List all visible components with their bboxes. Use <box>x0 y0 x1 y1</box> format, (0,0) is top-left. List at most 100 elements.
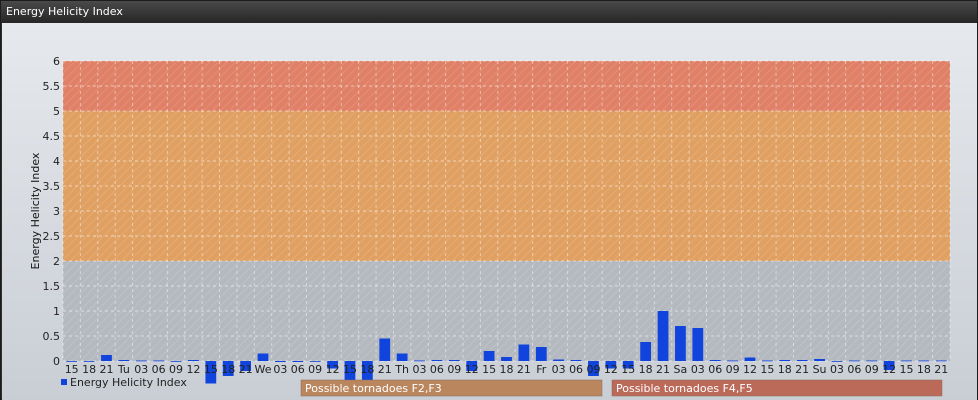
x-tick-label: 12 <box>326 363 340 376</box>
bar[interactable] <box>135 360 147 362</box>
bar[interactable] <box>101 355 112 361</box>
bar[interactable] <box>535 347 547 361</box>
x-tick-label: 18 <box>500 363 514 376</box>
legend[interactable]: Energy Helicity Index <box>61 376 187 389</box>
y-tick-label: 0 <box>53 355 60 368</box>
y-tick-label: 2 <box>53 255 60 268</box>
bar[interactable] <box>553 359 565 362</box>
x-tick-label: Th <box>394 363 409 376</box>
x-tick-label: 09 <box>865 363 879 376</box>
legend-label: Energy Helicity Index <box>70 376 187 389</box>
bar[interactable] <box>814 359 825 361</box>
bar[interactable] <box>448 360 460 361</box>
bar[interactable] <box>118 360 130 361</box>
x-tick-label: 09 <box>586 363 600 376</box>
y-tick-label: 0.5 <box>43 330 61 343</box>
x-tick-label: 21 <box>517 363 531 376</box>
plot-area: 0 0.5 1 1.5 2 2.5 3 3.5 4 4.5 5 5.5 6 15 18 21 Tu 03 06 09… <box>2 23 977 400</box>
bar[interactable] <box>935 360 947 362</box>
bar[interactable] <box>727 360 738 362</box>
bar[interactable] <box>848 360 860 362</box>
x-tick-label: Tu <box>117 363 130 376</box>
bar[interactable] <box>257 353 269 362</box>
x-tick-label: 09 <box>169 363 183 376</box>
x-tick-label: 18 <box>778 363 792 376</box>
bar[interactable] <box>761 360 773 362</box>
x-tick-label: 06 <box>569 363 583 376</box>
bar[interactable] <box>709 360 721 361</box>
bar[interactable] <box>309 361 321 362</box>
bar[interactable] <box>83 361 95 362</box>
y-tick-label: 4.5 <box>43 130 61 143</box>
x-tick-label: 09 <box>447 363 461 376</box>
bar[interactable] <box>866 360 878 362</box>
x-tick-label: 03 <box>552 363 566 376</box>
x-tick-label: 03 <box>134 363 148 376</box>
bar[interactable] <box>379 338 391 362</box>
x-tick-label: 12 <box>604 363 618 376</box>
bar[interactable] <box>153 360 165 362</box>
x-tick-label: 15 <box>621 363 635 376</box>
bar[interactable] <box>570 360 582 361</box>
x-tick-label: 21 <box>239 363 253 376</box>
bar[interactable] <box>66 361 78 362</box>
widget-title: Energy Helicity Index <box>1 1 977 23</box>
bar[interactable] <box>918 360 930 362</box>
ehi-chart: 00.511.522.533.544.555.56 15 18 21 Tu 03 06 09… <box>29 55 951 397</box>
bar[interactable] <box>483 351 495 361</box>
x-tick-label: 18 <box>82 363 96 376</box>
bar[interactable] <box>501 357 512 361</box>
bar[interactable] <box>518 344 530 362</box>
bar[interactable] <box>657 311 669 361</box>
y-tick-label: 4 <box>53 155 60 168</box>
x-tick-label: 06 <box>430 363 444 376</box>
x-tick-label: Sa <box>674 363 688 376</box>
band-label-text: Possible tornadoes F4,F5 <box>616 382 753 395</box>
x-tick-label: We <box>255 363 272 376</box>
bar[interactable] <box>414 360 425 362</box>
x-tick-label: 21 <box>656 363 670 376</box>
x-tick-label: 03 <box>413 363 427 376</box>
bar[interactable] <box>692 328 704 361</box>
x-tick-label: 21 <box>99 363 113 376</box>
bar[interactable] <box>901 360 912 362</box>
bar[interactable] <box>675 326 686 361</box>
x-tick-label: Su <box>813 363 827 376</box>
x-tick-label: 12 <box>465 363 479 376</box>
bar[interactable] <box>170 361 182 362</box>
bar[interactable] <box>640 342 652 361</box>
bar[interactable] <box>831 361 843 362</box>
x-tick-label: 09 <box>308 363 322 376</box>
chart-widget: Energy Helicity Index 0 0.5 1 1.5 2 2.5 3 3.5 4 4… <box>0 0 978 400</box>
x-tick-label: 15 <box>482 363 496 376</box>
y-tick-label: 5.5 <box>43 80 61 93</box>
bar[interactable] <box>779 360 791 361</box>
bar[interactable] <box>431 360 443 361</box>
y-tick-label: 3.5 <box>43 180 61 193</box>
x-tick-label: 03 <box>691 363 705 376</box>
x-tick-label: 06 <box>708 363 722 376</box>
x-tick-label: 21 <box>378 363 392 376</box>
bar[interactable] <box>796 360 808 361</box>
x-tick-label: 09 <box>726 363 740 376</box>
y-tick-label: 1 <box>53 305 60 318</box>
x-tick-label: 18 <box>917 363 931 376</box>
x-tick-label: 15 <box>900 363 914 376</box>
x-tick-label: Fr <box>536 363 547 376</box>
bar[interactable] <box>396 353 408 362</box>
x-tick-label: 06 <box>291 363 305 376</box>
bar[interactable] <box>188 360 199 361</box>
y-axis-label: Energy Helicity Index <box>29 152 42 269</box>
bar[interactable] <box>744 357 756 362</box>
y-tick-label: 2.5 <box>43 230 61 243</box>
x-tick-label: 06 <box>152 363 166 376</box>
x-tick-label: 21 <box>795 363 809 376</box>
y-tick-label: 3 <box>53 205 60 218</box>
x-tick-label: 15 <box>760 363 774 376</box>
x-tick-label: 12 <box>743 363 757 376</box>
x-tick-label: 18 <box>221 363 235 376</box>
x-tick-label: 03 <box>830 363 844 376</box>
bar[interactable] <box>275 361 286 362</box>
x-tick-label: 18 <box>360 363 374 376</box>
bar[interactable] <box>292 361 304 362</box>
